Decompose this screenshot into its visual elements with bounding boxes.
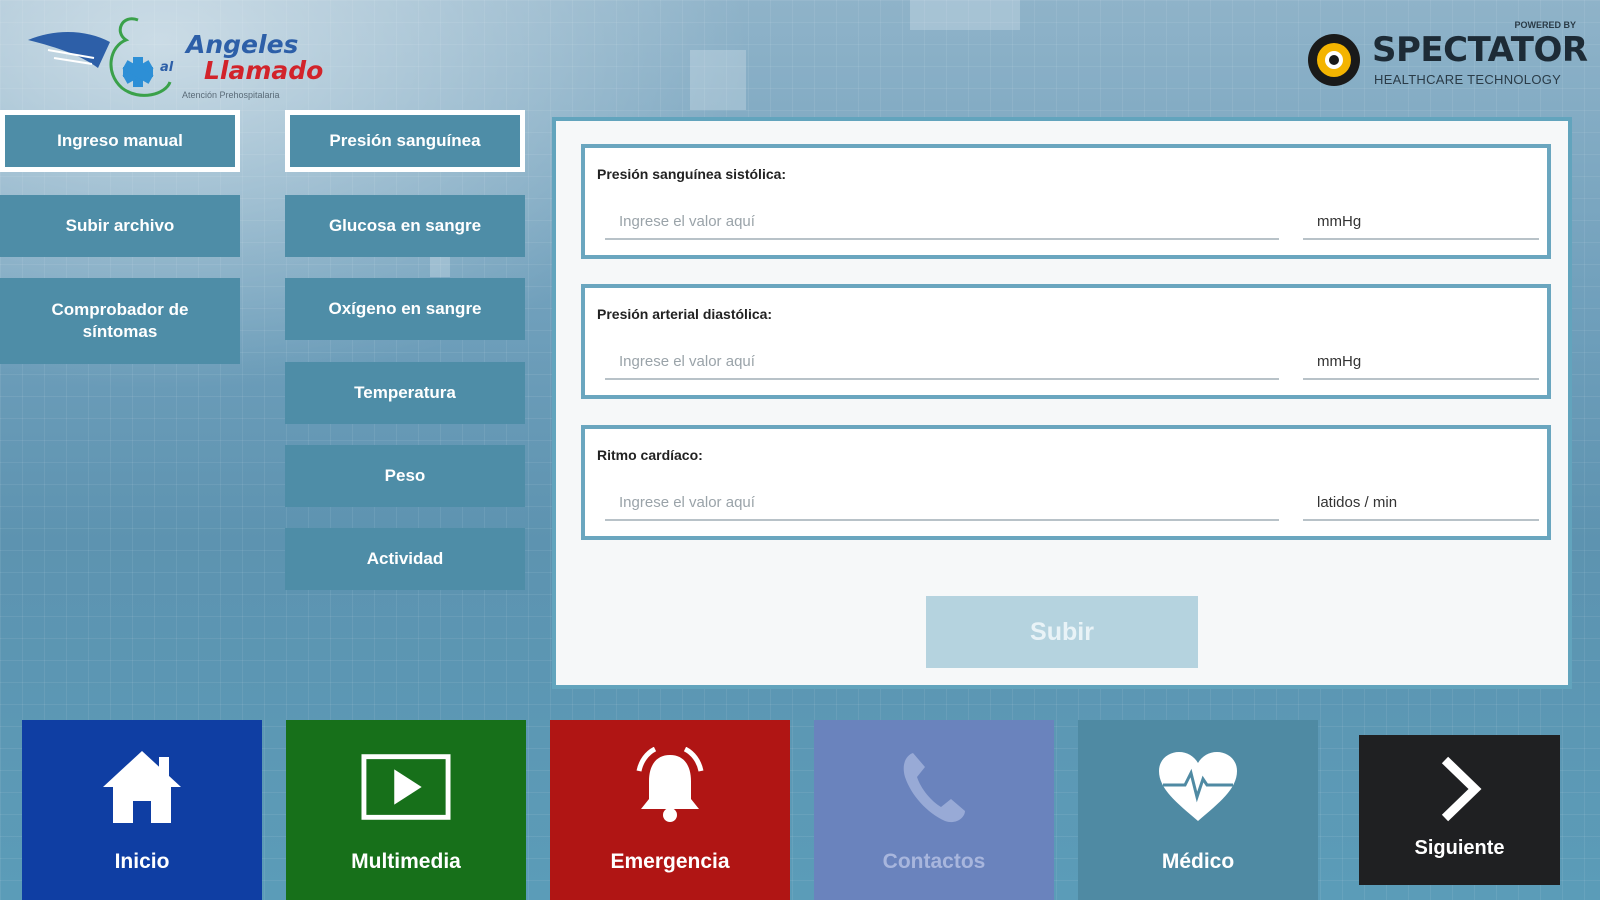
menu-label: Ingreso manual <box>57 130 183 150</box>
measure-temperatura[interactable]: Temperatura <box>285 362 525 424</box>
diastolic-unit: mmHg <box>1303 344 1539 380</box>
measurement-form: Presión sanguínea sistólica: mmHg Presió… <box>552 117 1572 689</box>
menu-label: Actividad <box>366 548 444 568</box>
next-button[interactable]: Siguiente <box>1359 735 1560 885</box>
logo-al: al <box>160 60 174 75</box>
menu-label: Oxígeno en sangre <box>328 298 482 318</box>
measure-actividad[interactable]: Actividad <box>285 528 525 590</box>
brand-tagline: HEALTHCARE TECHNOLOGY <box>1374 72 1562 87</box>
menu-comprobador-sintomas[interactable]: Comprobador de síntomas <box>0 278 240 364</box>
systolic-unit: mmHg <box>1303 204 1539 240</box>
heart-rate-unit: latidos / min <box>1303 485 1539 521</box>
menu-ingreso-manual[interactable]: Ingreso manual <box>0 110 240 172</box>
menu-label: Temperatura <box>354 382 456 402</box>
systolic-label: Presión sanguínea sistólica: <box>597 166 787 182</box>
measure-peso[interactable]: Peso <box>285 445 525 507</box>
nav-inicio[interactable]: Inicio <box>22 720 262 900</box>
logo-subtitle: Llamado <box>204 56 324 85</box>
powered-by-label: POWERED BY <box>1514 20 1576 30</box>
angeles-logo: Angeles al Llamado Atención Prehospitala… <box>26 12 326 107</box>
systolic-field: Presión sanguínea sistólica: mmHg <box>581 144 1551 259</box>
nav-label: Médico <box>1161 850 1235 873</box>
logo-title: Angeles <box>186 30 299 59</box>
logo-tagline: Atención Prehospitalaria <box>182 90 280 100</box>
measure-oxigeno[interactable]: Oxígeno en sangre <box>285 278 525 340</box>
phone-icon <box>889 744 979 830</box>
heart-rate-input[interactable] <box>605 485 1279 521</box>
next-label: Siguiente <box>1414 837 1505 859</box>
menu-label: Glucosa en sangre <box>328 215 482 235</box>
systolic-input[interactable] <box>605 204 1279 240</box>
heart-pulse-icon <box>1153 744 1243 830</box>
nav-label: Contactos <box>882 850 986 873</box>
heart-rate-field: Ritmo cardíaco: latidos / min <box>581 425 1551 540</box>
spectator-eye-icon <box>1308 34 1360 86</box>
nav-emergencia[interactable]: Emergencia <box>550 720 790 900</box>
diastolic-label: Presión arterial diastólica: <box>597 306 773 322</box>
nav-label: Inicio <box>114 850 170 873</box>
play-icon <box>361 744 451 830</box>
nav-label: Multimedia <box>351 850 461 873</box>
menu-label: Presión sanguínea <box>329 130 481 150</box>
submit-button[interactable]: Subir <box>926 596 1198 668</box>
home-icon <box>97 744 187 830</box>
nav-contactos[interactable]: Contactos <box>814 720 1054 900</box>
menu-label: Subir archivo <box>65 215 175 235</box>
measure-presion-sanguinea[interactable]: Presión sanguínea <box>285 110 525 172</box>
chevron-right-icon <box>1425 749 1495 829</box>
angel-wing-icon <box>28 17 172 97</box>
menu-label: Peso <box>384 465 426 485</box>
measure-glucosa[interactable]: Glucosa en sangre <box>285 195 525 257</box>
nav-medico[interactable]: Médico <box>1078 720 1318 900</box>
bell-icon <box>625 744 715 830</box>
nav-multimedia[interactable]: Multimedia <box>286 720 526 900</box>
heart-rate-label: Ritmo cardíaco: <box>597 447 703 463</box>
nav-label: Emergencia <box>610 850 730 873</box>
brand-name: SPECTATOR <box>1372 30 1588 70</box>
diastolic-field: Presión arterial diastólica: mmHg <box>581 284 1551 399</box>
diastolic-input[interactable] <box>605 344 1279 380</box>
menu-subir-archivo[interactable]: Subir archivo <box>0 195 240 257</box>
menu-label: Comprobador de síntomas <box>51 299 189 341</box>
spectator-logo: POWERED BY SPECTATOR HEALTHCARE TECHNOLO… <box>1306 20 1588 92</box>
